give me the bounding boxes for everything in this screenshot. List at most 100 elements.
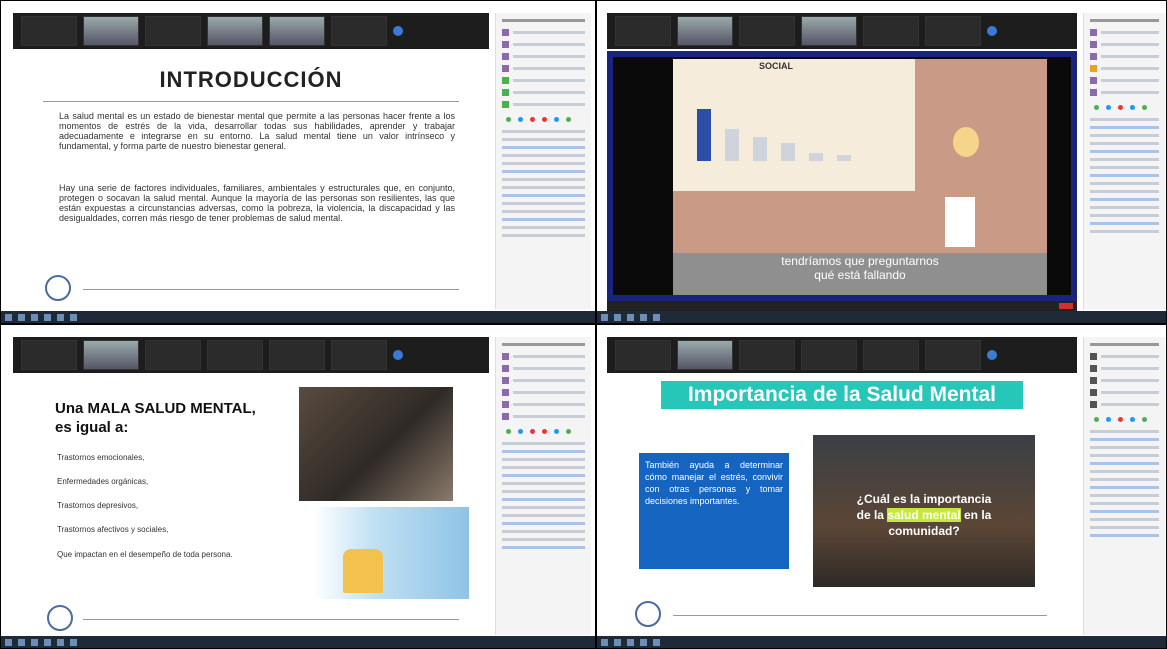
participant-row[interactable] [1090,64,1159,73]
participant-row[interactable] [1090,28,1159,37]
participant-tile[interactable] [145,16,201,46]
participant-row[interactable] [502,364,585,373]
scroll-participants-icon[interactable] [987,26,997,36]
taskbar-app-icon[interactable] [57,313,64,321]
reaction-dot-icon[interactable] [1118,417,1123,422]
participant-row[interactable] [502,40,585,49]
scroll-participants-icon[interactable] [393,350,403,360]
participant-tile[interactable] [331,16,387,46]
taskbar-app-icon[interactable] [627,638,634,646]
participant-row[interactable] [502,352,585,361]
participant-video-tile[interactable] [83,16,139,46]
taskbar-app-icon[interactable] [5,313,12,321]
reaction-dot-icon[interactable] [566,429,571,434]
reaction-dot-icon[interactable] [554,429,559,434]
taskbar-app-icon[interactable] [70,638,77,646]
participant-row[interactable] [502,52,585,61]
participant-tile[interactable] [739,340,795,370]
zoom-participant-strip[interactable] [607,337,1077,373]
meeting-controls[interactable] [607,301,1077,311]
taskbar-app-icon[interactable] [653,313,660,321]
taskbar-app-icon[interactable] [70,313,77,321]
taskbar-app-icon[interactable] [57,638,64,646]
reaction-dot-icon[interactable] [554,117,559,122]
participant-tile[interactable] [863,340,919,370]
reactions[interactable] [1094,105,1155,110]
taskbar-app-icon[interactable] [601,638,608,646]
taskbar[interactable] [597,311,1166,323]
participant-tile[interactable] [801,340,857,370]
participant-row[interactable] [1090,76,1159,85]
taskbar[interactable] [597,636,1166,648]
reactions[interactable] [506,117,581,122]
taskbar-app-icon[interactable] [31,313,38,321]
participant-row[interactable] [502,412,585,421]
reaction-dot-icon[interactable] [1130,105,1135,110]
reaction-dot-icon[interactable] [1094,417,1099,422]
reactions[interactable] [1094,417,1155,422]
taskbar-app-icon[interactable] [18,638,25,646]
taskbar-app-icon[interactable] [653,638,660,646]
reaction-dot-icon[interactable] [1094,105,1099,110]
participant-video-tile[interactable] [207,16,263,46]
reaction-dot-icon[interactable] [542,117,547,122]
participant-row[interactable] [502,88,585,97]
reaction-dot-icon[interactable] [1142,417,1147,422]
participant-tile[interactable] [739,16,795,46]
reaction-dot-icon[interactable] [566,117,571,122]
taskbar-app-icon[interactable] [5,638,12,646]
participant-tile[interactable] [925,16,981,46]
reaction-dot-icon[interactable] [1130,417,1135,422]
participant-row[interactable] [502,376,585,385]
participant-row[interactable] [1090,400,1159,409]
taskbar-app-icon[interactable] [44,638,51,646]
zoom-participant-strip[interactable] [13,337,489,373]
chat-panel[interactable] [1083,13,1165,309]
taskbar-app-icon[interactable] [640,313,647,321]
participant-row[interactable] [1090,388,1159,397]
chat-panel[interactable] [495,337,591,635]
participant-row[interactable] [502,388,585,397]
participant-tile[interactable] [331,340,387,370]
reaction-dot-icon[interactable] [542,429,547,434]
participant-row[interactable] [502,76,585,85]
participant-row[interactable] [1090,88,1159,97]
participant-row[interactable] [502,64,585,73]
scroll-participants-icon[interactable] [987,350,997,360]
participant-video-tile[interactable] [269,16,325,46]
participant-row[interactable] [1090,364,1159,373]
participant-video-tile[interactable] [677,16,733,46]
zoom-participant-strip[interactable] [607,13,1077,49]
taskbar-app-icon[interactable] [18,313,25,321]
reactions[interactable] [506,429,581,434]
taskbar-app-icon[interactable] [640,638,647,646]
chat-panel[interactable] [1083,337,1165,635]
taskbar[interactable] [1,636,595,648]
participant-video-tile[interactable] [677,340,733,370]
reaction-dot-icon[interactable] [1106,417,1111,422]
reaction-dot-icon[interactable] [1118,105,1123,110]
participant-tile[interactable] [21,16,77,46]
participant-row[interactable] [1090,40,1159,49]
participant-tile[interactable] [207,340,263,370]
chat-panel[interactable] [495,13,591,309]
reaction-dot-icon[interactable] [506,429,511,434]
participant-tile[interactable] [145,340,201,370]
reaction-dot-icon[interactable] [530,117,535,122]
participant-row[interactable] [502,400,585,409]
participant-row[interactable] [1090,52,1159,61]
taskbar-app-icon[interactable] [627,313,634,321]
taskbar-app-icon[interactable] [44,313,51,321]
participant-row[interactable] [1090,352,1159,361]
participant-row[interactable] [502,28,585,37]
participant-tile[interactable] [615,16,671,46]
participant-video-tile[interactable] [801,16,857,46]
taskbar-app-icon[interactable] [601,313,608,321]
taskbar-app-icon[interactable] [31,638,38,646]
reaction-dot-icon[interactable] [1142,105,1147,110]
zoom-participant-strip[interactable] [13,13,489,49]
reaction-dot-icon[interactable] [518,117,523,122]
participant-tile[interactable] [863,16,919,46]
reaction-dot-icon[interactable] [518,429,523,434]
scroll-participants-icon[interactable] [393,26,403,36]
